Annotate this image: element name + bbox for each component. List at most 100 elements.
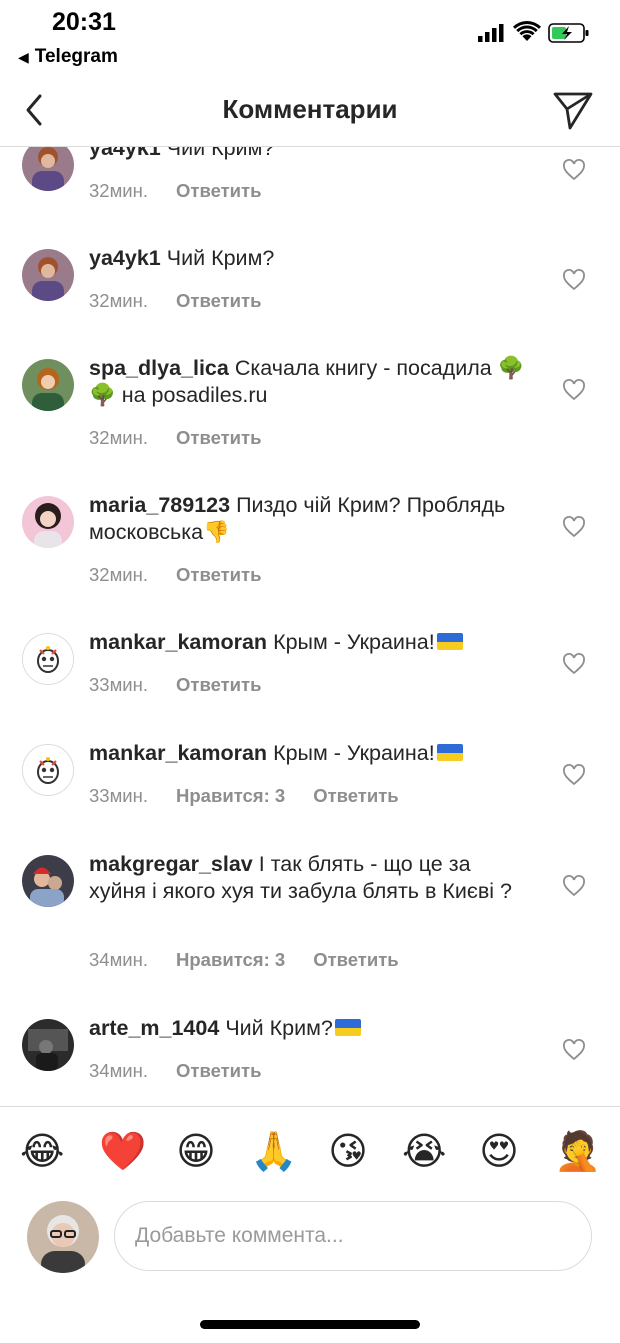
reply-button[interactable]: Ответить — [176, 427, 262, 448]
thumbs-down-emoji: 👎 — [203, 520, 230, 544]
comment-text: Чий Крим? — [225, 1016, 333, 1040]
emoji-folded-hands[interactable]: 🙏 — [250, 1131, 297, 1173]
tree-emoji: 🌳 — [89, 383, 116, 407]
comment-item: ya4yk1 Чий Крим? 32мин. Ответить — [0, 231, 620, 341]
comment-time: 34мин. — [89, 949, 148, 970]
like-heart-icon[interactable] — [562, 1039, 586, 1061]
likes-count[interactable]: Нравится: 3 — [176, 785, 285, 806]
home-indicator[interactable] — [200, 1320, 420, 1329]
emoji-crying[interactable]: 😭 — [402, 1131, 446, 1173]
comment-text: Скачала книгу - посадила — [234, 356, 498, 380]
comment-username[interactable]: ya4yk1 — [89, 147, 161, 160]
comment-meta: 34мин. Ответить — [89, 1060, 262, 1082]
comment-time: 32мин. — [89, 427, 148, 448]
comment-time: 32мин. — [89, 180, 148, 201]
avatar[interactable] — [22, 147, 74, 191]
reply-button[interactable]: Ответить — [313, 785, 399, 806]
comment-body: spa_dlya_lica Скачала книгу - посадила 🌳 … — [89, 355, 529, 409]
emoji-grin[interactable]: 😁 — [175, 1131, 217, 1173]
emoji-tears-of-joy[interactable]: 😂 — [20, 1131, 64, 1173]
comment-text-link: на posadiles.ru — [115, 383, 268, 407]
battery-charging-icon — [548, 23, 589, 43]
reply-button[interactable]: Ответить — [176, 180, 262, 201]
current-user-avatar — [27, 1201, 99, 1273]
comment-item: ya4yk1 Чий Крим? 32мин. Ответить — [0, 147, 620, 231]
ukraine-flag-emoji — [436, 744, 463, 761]
likes-count[interactable]: Нравится: 3 — [176, 949, 285, 970]
reply-button[interactable]: Ответить — [176, 564, 262, 585]
like-heart-icon[interactable] — [562, 653, 586, 675]
avatar[interactable] — [22, 744, 74, 796]
comment-meta: 33мин. Нравится: 3 Ответить — [89, 785, 399, 807]
comment-body: maria_789123 Пиздо чій Крим? Проблядь мос… — [89, 492, 529, 546]
comment-time: 32мин. — [89, 290, 148, 311]
comment-meta: 32мин. Ответить — [89, 290, 262, 312]
reply-button[interactable]: Ответить — [176, 1060, 262, 1081]
avatar[interactable] — [22, 249, 74, 301]
avatar[interactable] — [22, 855, 74, 907]
emoji-heart-eyes[interactable]: 😍 — [478, 1131, 520, 1173]
comment-time: 33мин. — [89, 674, 148, 695]
reply-button[interactable]: Ответить — [176, 674, 262, 695]
back-to-app-link[interactable]: ◀ Telegram — [18, 46, 118, 68]
comments-header: Комментарии — [0, 76, 620, 147]
like-heart-icon[interactable] — [562, 269, 586, 291]
avatar[interactable] — [22, 359, 74, 411]
back-triangle-icon: ◀ — [18, 49, 29, 65]
signal-icon — [478, 24, 504, 42]
avatar[interactable] — [22, 633, 74, 685]
page-title: Комментарии — [222, 94, 398, 124]
like-heart-icon[interactable] — [562, 516, 586, 538]
comment-item: mankar_kamoran Крым - Украина! 33мин. Отве… — [0, 615, 620, 725]
wifi-icon — [513, 21, 541, 41]
comment-item: arte_m_1404 Чий Крим? 34мин. Ответить — [0, 1001, 620, 1105]
back-app-label: Telegram — [34, 46, 118, 67]
comments-list[interactable]: ya4yk1 Чий Крим? 32мин. Ответить ya4yk1 Чий… — [0, 147, 620, 1105]
comment-username[interactable]: arte_m_1404 — [89, 1016, 219, 1040]
like-heart-icon[interactable] — [562, 159, 586, 181]
like-heart-icon[interactable] — [562, 875, 586, 897]
emoji-red-heart[interactable]: ❤️ — [99, 1131, 146, 1173]
comment-body: makgregar_slav І так блять - що це за хуй… — [89, 851, 529, 905]
add-comment-input[interactable] — [114, 1201, 592, 1271]
emoji-facepalm[interactable]: 🤦 — [554, 1131, 601, 1173]
avatar[interactable] — [22, 496, 74, 548]
comment-username[interactable]: makgregar_slav — [89, 852, 253, 876]
comment-text: Крым - Украина! — [273, 741, 435, 765]
like-heart-icon[interactable] — [562, 764, 586, 786]
tree-emoji: 🌳 — [497, 356, 525, 380]
comment-body: ya4yk1 Чий Крим? — [89, 147, 529, 162]
comment-body: mankar_kamoran Крым - Украина! — [89, 740, 529, 767]
comment-meta: 33мин. Ответить — [89, 674, 262, 696]
comment-username[interactable]: ya4yk1 — [89, 246, 161, 270]
reply-button[interactable]: Ответить — [313, 949, 399, 970]
comment-meta: 32мин. Ответить — [89, 180, 262, 202]
comment-username[interactable]: mankar_kamoran — [89, 741, 267, 765]
comment-body: arte_m_1404 Чий Крим? — [89, 1015, 529, 1042]
comment-body: mankar_kamoran Крым - Украина! — [89, 629, 529, 656]
comment-time: 33мин. — [89, 785, 148, 806]
reply-button[interactable]: Ответить — [176, 290, 262, 311]
comment-body: ya4yk1 Чий Крим? — [89, 245, 529, 272]
comment-item: maria_789123 Пиздо чій Крим? Проблядь мос… — [0, 478, 620, 616]
comment-time: 32мин. — [89, 564, 148, 585]
avatar[interactable] — [22, 1019, 74, 1071]
ukraine-flag-emoji — [334, 1019, 361, 1036]
comment-username[interactable]: mankar_kamoran — [89, 630, 267, 654]
comment-meta: 34мин. Нравится: 3 Ответить — [89, 949, 399, 971]
comment-item: makgregar_slav І так блять - що це за хуй… — [0, 837, 620, 1001]
comment-username[interactable]: spa_dlya_lica — [89, 356, 229, 380]
comment-meta: 32мин. Ответить — [89, 564, 262, 586]
status-bar: 20:31 ◀ Telegram — [0, 0, 620, 76]
ukraine-flag-emoji — [436, 633, 463, 650]
send-direct-icon[interactable] — [552, 88, 594, 132]
comment-item: mankar_kamoran Крым - Украина! 33мин. Нрав… — [0, 726, 620, 836]
comment-time: 34мин. — [89, 1060, 148, 1081]
status-time: 20:31 — [52, 8, 116, 36]
like-heart-icon[interactable] — [562, 379, 586, 401]
comment-meta: 32мин. Ответить — [89, 427, 262, 449]
comment-text: Чий Крим? — [166, 147, 275, 160]
emoji-kiss[interactable]: 😘 — [327, 1131, 369, 1173]
comment-item: spa_dlya_lica Скачала книгу - посадила 🌳 … — [0, 341, 620, 479]
comment-username[interactable]: maria_789123 — [89, 493, 230, 517]
